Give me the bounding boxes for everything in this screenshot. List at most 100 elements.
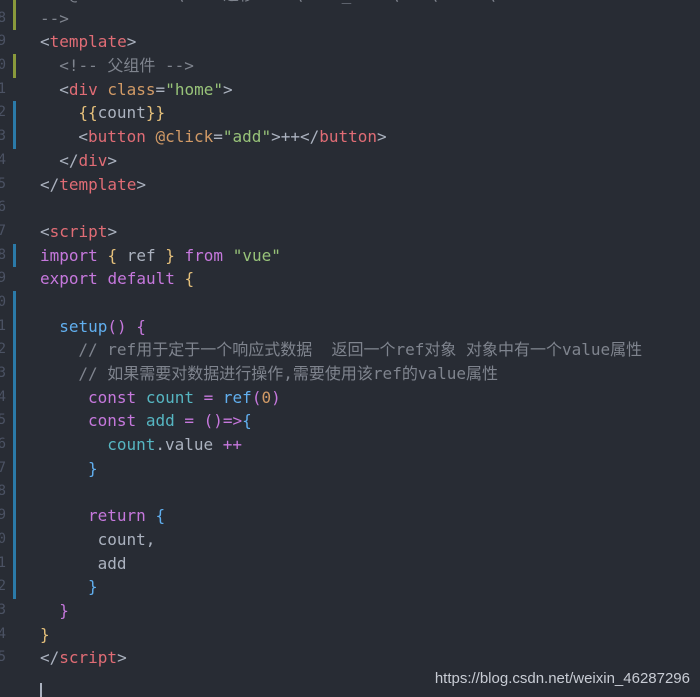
code-token: import: [40, 245, 98, 265]
git-modified-marker: [13, 575, 16, 599]
line-number: 9: [0, 33, 6, 50]
line-number: 1: [0, 317, 6, 334]
code-line[interactable]: 7 <script>: [0, 220, 700, 244]
code-token: {: [107, 245, 118, 265]
code-token: </: [40, 174, 60, 194]
code-token: >: [136, 174, 146, 194]
code-token: export: [40, 269, 98, 289]
code-token: >: [271, 127, 281, 147]
code-line[interactable]: 7 @FilePath: \vue2迁移vue3\vue3_dome\src\v…: [0, 0, 700, 7]
code-line[interactable]: 4 const count = ref(0): [0, 385, 700, 410]
code-token: count: [145, 387, 194, 407]
code-line[interactable]: 3}: [0, 599, 700, 623]
code-token: count: [97, 103, 146, 123]
code-line[interactable]: 5 </template>: [0, 173, 700, 197]
code-text: add: [98, 552, 127, 576]
code-token: const: [88, 387, 137, 407]
code-token: button: [88, 127, 146, 147]
code-line[interactable]: 2 {{count}}: [0, 101, 700, 126]
code-line[interactable]: 3 // 如果需要对数据进行操作,需要使用该ref的value属性: [0, 362, 700, 386]
code-token: =: [184, 411, 194, 431]
git-modified-marker: [13, 504, 16, 528]
code-token: >: [117, 648, 127, 668]
code-line[interactable]: 8 -->: [0, 6, 700, 31]
line-number: 1: [0, 80, 6, 97]
git-added-marker: [13, 6, 16, 31]
code-line[interactable]: 8: [0, 480, 700, 505]
code-token: setup: [59, 316, 108, 336]
code-token: ref: [117, 245, 166, 265]
code-token: count: [107, 435, 156, 455]
code-line[interactable]: 2 // ref用于定于一个响应式数据 返回一个ref对象 对象中有一个value…: [0, 338, 700, 362]
code-text: import { ref } from "vue": [40, 244, 281, 268]
line-number: 6: [0, 199, 6, 216]
code-token: -->: [40, 8, 69, 28]
code-line[interactable]: 5 </script>: [0, 646, 700, 670]
code-line[interactable]: 6 count.value ++: [0, 433, 700, 457]
code-token: ): [271, 387, 281, 407]
code-line[interactable]: 1 <div class="home">: [0, 78, 700, 102]
code-lines: 7 @FilePath: \vue2迁移vue3\vue3_dome\src\v…: [0, 0, 700, 670]
code-token: (: [251, 387, 262, 407]
code-line[interactable]: 2}: [0, 575, 700, 599]
code-token: // 如果需要对数据进行操作,需要使用该ref的value属性: [78, 364, 498, 383]
code-token: </: [59, 150, 79, 170]
code-text: const add = ()=>{: [88, 409, 252, 433]
code-line[interactable]: 7}: [0, 456, 700, 481]
code-line[interactable]: 4 </div>: [0, 149, 700, 173]
code-token: ()=>: [203, 411, 243, 431]
git-modified-marker: [13, 243, 16, 268]
code-token: class: [107, 79, 156, 99]
code-token: template: [49, 32, 127, 52]
code-line[interactable]: 3 <button @click="add">++</button>: [0, 125, 700, 149]
code-line[interactable]: 0 <!-- 父组件 -->: [0, 54, 700, 78]
code-token: default: [107, 269, 175, 289]
code-token: {: [242, 411, 252, 431]
code-editor[interactable]: 7 @FilePath: \vue2迁移vue3\vue3_dome\src\v…: [0, 0, 700, 697]
code-text: // ref用于定于一个响应式数据 返回一个ref对象 对象中有一个value属…: [78, 338, 642, 362]
code-text: @FilePath: \vue2迁移vue3\vue3_dome\src\vie…: [59, 0, 573, 7]
code-text: // 如果需要对数据进行操作,需要使用该ref的value属性: [78, 362, 498, 386]
code-token: add: [145, 411, 175, 431]
git-modified-marker: [13, 125, 16, 149]
git-modified-marker: [13, 101, 16, 126]
code-token: @FilePath: \vue2迁移vue3\vue3_dome\src\vie…: [59, 0, 573, 4]
code-token: >: [126, 32, 137, 52]
code-line[interactable]: 0 count,: [0, 527, 700, 552]
code-token: }}: [145, 103, 166, 123]
code-line[interactable]: 8 import { ref } from "vue": [0, 243, 700, 268]
code-line[interactable]: 5 const add = ()=>{: [0, 409, 700, 434]
code-token: script: [49, 221, 108, 241]
code-token: "vue": [232, 245, 281, 265]
git-modified-marker: [13, 551, 16, 576]
code-text: setup() {: [59, 315, 146, 339]
code-token: {{: [78, 103, 98, 123]
line-number: 7: [0, 222, 6, 239]
code-token: {: [136, 316, 146, 336]
code-line[interactable]: 6: [0, 196, 700, 220]
line-number: 5: [0, 175, 6, 192]
code-line[interactable]: 4}: [0, 623, 700, 647]
code-token: const: [88, 411, 137, 431]
code-line[interactable]: 1 add: [0, 551, 700, 576]
line-number: 7: [0, 0, 6, 7]
code-line[interactable]: 9 return {: [0, 504, 700, 528]
code-line[interactable]: 9 <template>: [0, 30, 700, 54]
line-number: 3: [0, 601, 6, 618]
code-text: -->: [40, 7, 69, 31]
code-text: <button @click="add">++</button>: [78, 125, 386, 149]
code-token: "home": [165, 79, 223, 99]
code-line[interactable]: 9 export default {: [0, 267, 700, 291]
git-modified-marker: [13, 362, 16, 386]
git-added-marker: [13, 0, 16, 7]
code-token: }: [59, 600, 69, 620]
code-line[interactable]: 1 setup() {: [0, 314, 700, 339]
code-text: }: [88, 457, 98, 481]
code-line[interactable]: 0: [0, 290, 700, 315]
code-token: }: [88, 577, 98, 597]
